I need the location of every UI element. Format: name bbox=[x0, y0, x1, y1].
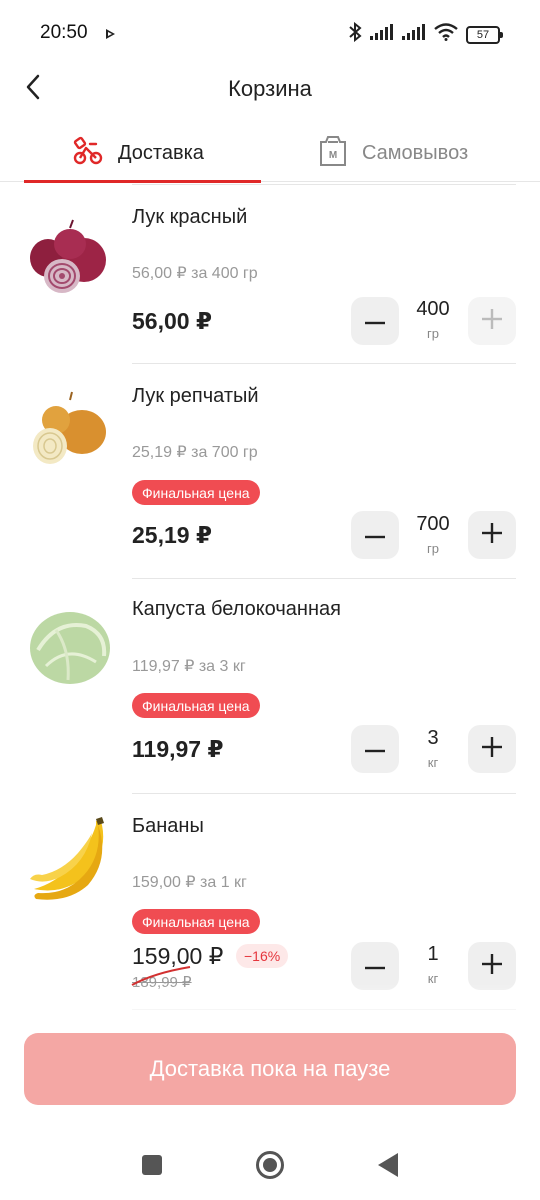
plus-icon bbox=[482, 736, 502, 762]
recent-apps-icon bbox=[141, 1154, 163, 1181]
battery-icon: 57 bbox=[466, 25, 503, 44]
tab-pickup-label: Самовывоз bbox=[362, 141, 469, 164]
svg-text:M: M bbox=[329, 150, 337, 161]
product-price: 25,19 ₽ bbox=[132, 522, 212, 548]
product-unit-price: 56,00 ₽ за 400 гр bbox=[132, 265, 258, 282]
plus-icon bbox=[482, 953, 502, 979]
system-nav-bar bbox=[0, 1130, 540, 1200]
quantity-value: 3 bbox=[427, 727, 439, 749]
divider bbox=[132, 363, 516, 364]
divider bbox=[132, 184, 516, 185]
status-bar: 20:50 57 bbox=[0, 0, 540, 66]
list-fade bbox=[0, 984, 540, 1024]
quantity-value: 1 bbox=[427, 943, 439, 965]
increase-quantity-button[interactable] bbox=[468, 942, 516, 990]
increase-quantity-button[interactable] bbox=[468, 297, 516, 345]
divider bbox=[132, 578, 516, 579]
quantity-value: 700 bbox=[416, 513, 450, 535]
minus-icon bbox=[365, 526, 385, 544]
wifi-icon bbox=[434, 23, 458, 46]
cabbage-image bbox=[26, 600, 114, 688]
product-name: Лук репчатый bbox=[132, 385, 259, 407]
checkout-button[interactable]: Доставка пока на паузе bbox=[24, 1033, 516, 1105]
product-unit-price: 159,00 ₽ за 1 кг bbox=[132, 874, 247, 891]
scooter-icon bbox=[72, 135, 104, 172]
decrease-quantity-button[interactable] bbox=[351, 942, 399, 990]
page-title: Корзина bbox=[228, 76, 312, 101]
quantity-unit: гр bbox=[427, 326, 439, 341]
decrease-quantity-button[interactable] bbox=[351, 725, 399, 773]
plus-icon bbox=[482, 522, 502, 548]
delivery-mode-tabs: Доставка M Самовывоз bbox=[0, 124, 540, 183]
decrease-quantity-button[interactable] bbox=[351, 511, 399, 559]
product-unit-price: 25,19 ₽ за 700 гр bbox=[132, 444, 258, 461]
decrease-quantity-button[interactable] bbox=[351, 297, 399, 345]
quantity-unit: гр bbox=[427, 541, 439, 556]
product-name: Лук красный bbox=[132, 206, 248, 228]
product-name: Бананы bbox=[132, 815, 204, 837]
bluetooth-icon bbox=[348, 21, 362, 47]
shopping-bag-icon: M bbox=[318, 135, 348, 172]
minus-icon bbox=[365, 312, 385, 330]
plus-icon bbox=[482, 308, 502, 334]
home-button[interactable] bbox=[250, 1150, 290, 1184]
quantity-unit: кг bbox=[427, 755, 439, 770]
bananas-image bbox=[26, 815, 114, 903]
product-price: 56,00 ₽ bbox=[132, 308, 212, 334]
final-price-badge: Финальная цена bbox=[132, 480, 260, 505]
red-onion-image bbox=[26, 214, 114, 302]
signal-icon bbox=[402, 24, 426, 45]
play-indicator-icon bbox=[104, 27, 116, 45]
increase-quantity-button[interactable] bbox=[468, 511, 516, 559]
final-price-badge: Финальная цена bbox=[132, 693, 260, 718]
home-icon bbox=[255, 1150, 285, 1185]
product-price: 119,97 ₽ bbox=[132, 736, 224, 762]
recent-apps-button[interactable] bbox=[132, 1150, 172, 1184]
cart-list[interactable]: Лук красный 56,00 ₽ за 400 гр 56,00 ₽ 40… bbox=[0, 184, 540, 1020]
tab-delivery[interactable]: Доставка bbox=[24, 124, 261, 182]
product-unit-price: 119,97 ₽ за 3 кг bbox=[132, 658, 246, 675]
signal-icon bbox=[370, 24, 394, 45]
minus-icon bbox=[365, 740, 385, 758]
header: Корзина bbox=[0, 66, 540, 112]
yellow-onion-image bbox=[26, 388, 114, 476]
tab-delivery-label: Доставка bbox=[118, 141, 204, 164]
back-nav-button[interactable] bbox=[368, 1150, 408, 1184]
active-tab-indicator bbox=[24, 180, 261, 183]
product-name: Капуста белокочанная bbox=[132, 598, 341, 620]
back-icon bbox=[377, 1152, 399, 1183]
tab-pickup[interactable]: M Самовывоз bbox=[318, 124, 468, 182]
increase-quantity-button[interactable] bbox=[468, 725, 516, 773]
status-icons: 57 bbox=[348, 21, 503, 47]
final-price-badge: Финальная цена bbox=[132, 909, 260, 934]
divider bbox=[132, 793, 516, 794]
quantity-value: 400 bbox=[416, 298, 450, 320]
minus-icon bbox=[365, 957, 385, 975]
discount-badge: −16% bbox=[236, 944, 289, 968]
status-time: 20:50 bbox=[40, 22, 88, 43]
